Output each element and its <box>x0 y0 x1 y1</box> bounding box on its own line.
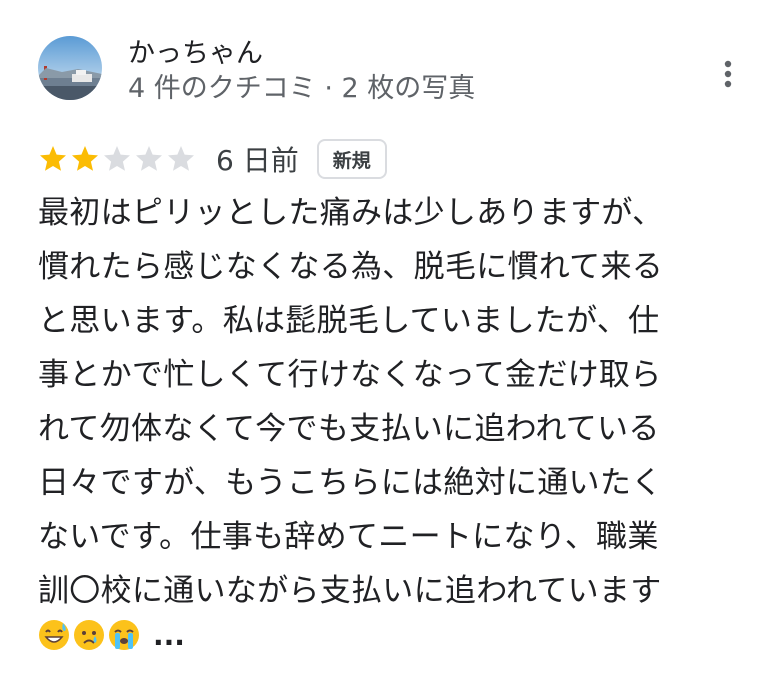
new-badge: 新規 <box>316 139 387 179</box>
avatar-photo <box>38 36 102 100</box>
star-rating <box>38 144 198 174</box>
reviewer-name[interactable]: かっちゃん <box>128 38 263 70</box>
star-empty-icon <box>102 144 132 174</box>
star-empty-icon <box>166 144 196 174</box>
loudly-crying-emoji <box>108 619 140 651</box>
review-text-line: れて勿体なくて今でも支払いに追われている <box>38 411 660 447</box>
star-filled-icon <box>70 144 100 174</box>
read-more-link[interactable]: ... <box>153 619 185 652</box>
review-text-line: 訓〇校に通いながら支払いに追われています <box>38 573 662 609</box>
review-text-line: と思います。私は髭脱毛していましたが、仕 <box>38 303 660 339</box>
emoji-row: ... <box>38 618 185 652</box>
review-text: 最初はピリッとした痛みは少しありますが、 慣れたら感じなくなる為、脱毛に慣れて来る… <box>38 186 758 618</box>
review-text-line: 日々ですが、もうこちらには絶対に通いたく <box>38 465 663 501</box>
grinning-sweat-emoji <box>38 619 70 651</box>
star-filled-icon <box>38 144 68 174</box>
more-vert-icon <box>724 60 732 88</box>
crying-emoji <box>73 619 105 651</box>
more-options-button[interactable] <box>712 54 744 94</box>
review-text-line: 最初はピリッとした痛みは少しありますが、 <box>38 195 664 231</box>
star-empty-icon <box>134 144 164 174</box>
review-text-line: 事とかで忙しくて行けなくなって金だけ取ら <box>38 357 662 393</box>
reviewer-stats[interactable]: 4 件のクチコミ · 2 枚の写真 <box>128 72 475 106</box>
review-text-line: ないです。仕事も辞めてニートになり、職業 <box>38 519 659 555</box>
rating-row: 6 日前 新規 <box>38 138 387 180</box>
review-date: 6 日前 <box>216 144 299 177</box>
avatar[interactable] <box>38 36 102 100</box>
review-text-line: 慣れたら感じなくなる為、脱毛に慣れて来る <box>38 249 664 285</box>
review-card: かっちゃん 4 件のクチコミ · 2 枚の写真 6 日前 新規 最初はピリッとし… <box>0 0 784 678</box>
